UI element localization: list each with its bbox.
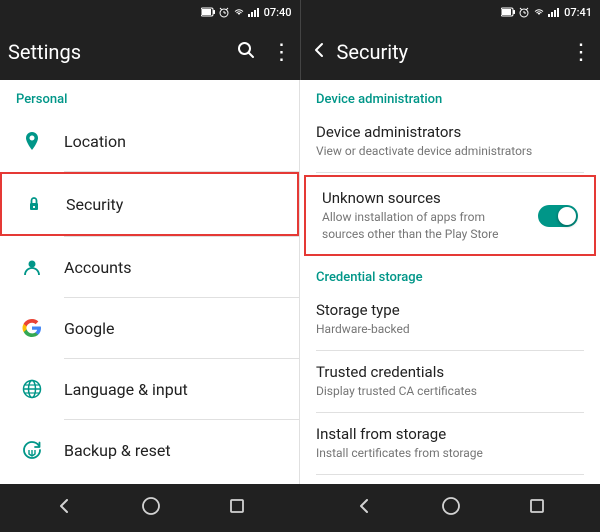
right-nav <box>300 484 600 532</box>
device-admins-title: Device administrators <box>316 123 584 141</box>
personal-section-header: Personal <box>0 80 299 111</box>
left-status-icons <box>201 6 260 18</box>
settings-item-google[interactable]: Google <box>0 298 299 358</box>
right-toolbar: Security ⋮ <box>301 24 600 80</box>
back-button[interactable] <box>309 40 329 65</box>
security-title: Security <box>337 40 571 64</box>
left-toolbar-icons: ⋮ <box>237 40 292 65</box>
language-label: Language & input <box>64 380 188 399</box>
settings-item-location[interactable]: Location <box>0 111 299 171</box>
language-icon <box>16 373 48 405</box>
unknown-sources-toggle-container <box>538 205 578 227</box>
install-storage-title: Install from storage <box>316 425 584 443</box>
right-home-button[interactable] <box>441 496 461 521</box>
accounts-label: Accounts <box>64 258 131 277</box>
right-back-button[interactable] <box>354 496 374 521</box>
install-storage-subtitle: Install certificates from storage <box>316 445 584 462</box>
storage-type-title: Storage type <box>316 301 584 319</box>
settings-item-backup[interactable]: Backup & reset <box>0 420 299 480</box>
settings-item-security[interactable]: Security <box>0 172 299 236</box>
storage-type-subtitle: Hardware-backed <box>316 321 584 338</box>
backup-icon <box>16 434 48 466</box>
right-status-time: 07:41 <box>564 6 592 19</box>
left-back-button[interactable] <box>54 496 74 521</box>
security-item-clear-creds[interactable]: Clear credentials <box>300 475 600 484</box>
right-status-icons <box>501 6 560 18</box>
security-item-device-admins[interactable]: Device administrators View or deactivate… <box>300 111 600 172</box>
right-status-bar: 07:41 <box>301 0 600 24</box>
left-home-button[interactable] <box>141 496 161 521</box>
security-item-install-storage[interactable]: Install from storage Install certificate… <box>300 413 600 474</box>
search-icon[interactable] <box>237 41 255 64</box>
right-recent-button[interactable] <box>528 497 546 520</box>
location-label: Location <box>64 132 126 151</box>
security-item-unknown-sources[interactable]: Unknown sources Allow installation of ap… <box>304 175 596 257</box>
left-status-time: 07:40 <box>264 6 292 19</box>
security-item-trusted-creds[interactable]: Trusted credentials Display trusted CA c… <box>300 351 600 412</box>
location-icon <box>16 125 48 157</box>
google-icon <box>16 312 48 344</box>
trusted-creds-subtitle: Display trusted CA certificates <box>316 383 584 400</box>
settings-panel: Personal Location Security <box>0 80 300 484</box>
google-label: Google <box>64 319 115 338</box>
settings-item-language[interactable]: Language & input <box>0 359 299 419</box>
security-item-storage-type[interactable]: Storage type Hardware-backed <box>300 289 600 350</box>
device-admin-header: Device administration <box>300 80 600 111</box>
settings-title: Settings <box>8 40 237 64</box>
security-panel: Device administration Device administrat… <box>300 80 600 484</box>
left-toolbar: Settings ⋮ <box>0 24 300 80</box>
status-bars: 07:40 <box>0 0 600 24</box>
device-admins-subtitle: View or deactivate device administrators <box>316 143 584 160</box>
left-nav <box>0 484 300 532</box>
left-status-bar: 07:40 <box>0 0 300 24</box>
navigation-bar <box>0 484 600 532</box>
accounts-icon <box>16 251 48 283</box>
more-options-icon[interactable]: ⋮ <box>271 40 292 65</box>
trusted-creds-title: Trusted credentials <box>316 363 584 381</box>
left-recent-button[interactable] <box>228 497 246 520</box>
credential-storage-header: Credential storage <box>300 258 600 289</box>
right-toolbar-icons: ⋮ <box>570 40 592 65</box>
security-label: Security <box>66 195 123 214</box>
unknown-sources-toggle[interactable] <box>538 205 578 227</box>
main-content: Personal Location Security <box>0 80 600 484</box>
security-more-icon[interactable]: ⋮ <box>570 40 592 65</box>
backup-label: Backup & reset <box>64 441 171 460</box>
settings-item-accounts[interactable]: Accounts <box>0 237 299 297</box>
security-icon <box>18 188 50 220</box>
toolbars: Settings ⋮ Security ⋮ <box>0 24 600 80</box>
